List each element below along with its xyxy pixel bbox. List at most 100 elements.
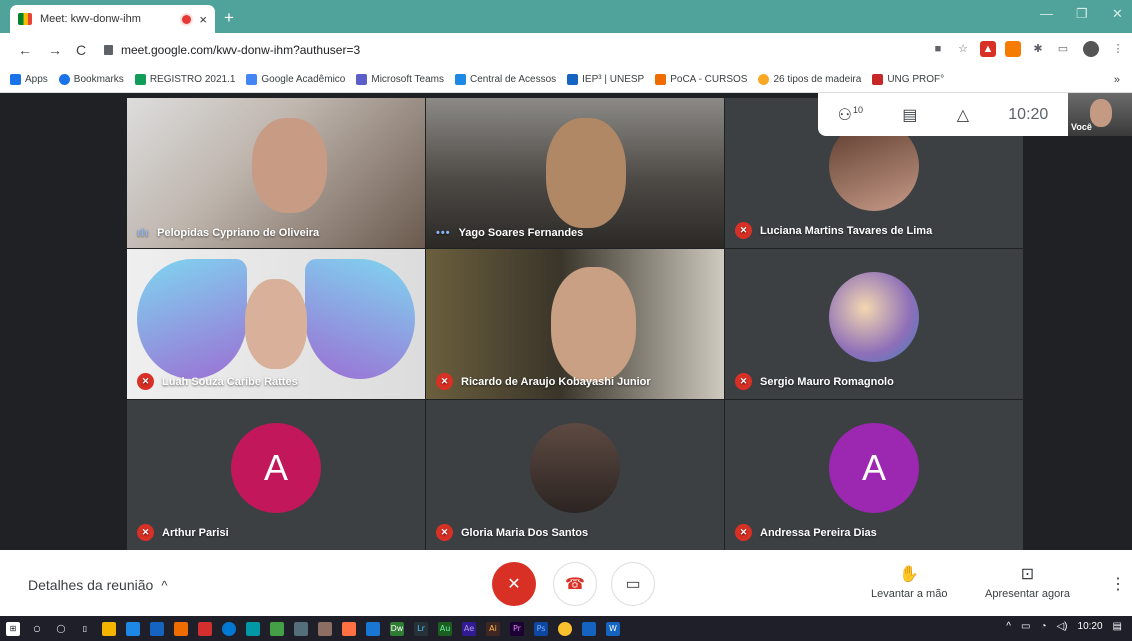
bookmark-madeira[interactable]: 26 tipos de madeira (758, 74, 861, 85)
participant-name: Luah Souza Caribe Rattes (162, 375, 298, 388)
mic-toggle-button[interactable]: ✕ (492, 562, 536, 606)
leave-call-button[interactable]: ☎ (553, 562, 597, 606)
participant-tile[interactable]: ••• Yago Soares Fernandes (426, 98, 724, 248)
hand-icon: ✋ (899, 566, 920, 583)
meet-bottom-bar: Detalhes da reunião ^ ✕ ☎ ▭ ✋ Levantar a… (0, 550, 1132, 616)
url-input[interactable]: meet.google.com/kwv-donw-ihm?authuser=3 (104, 37, 914, 63)
cortana-icon[interactable]: ◯ (54, 622, 68, 636)
vlc-icon[interactable] (174, 621, 188, 636)
profile-avatar[interactable] (1083, 41, 1099, 57)
camera-icon[interactable]: ■ (930, 41, 946, 57)
app-icon[interactable] (270, 621, 284, 636)
activities-icon[interactable]: △ (957, 105, 969, 125)
participant-name: Luciana Martins Tavares de Lima (760, 224, 933, 237)
participant-video (551, 267, 636, 382)
speaking-indicator-icon: ılı (137, 227, 150, 239)
restore-button[interactable]: ❐ (1076, 6, 1088, 22)
participant-tile[interactable]: ✕ Sergio Mauro Romagnolo (725, 249, 1023, 399)
teams-icon (356, 74, 368, 85)
camera-toggle-button[interactable]: ▭ (611, 562, 655, 606)
wood-icon (758, 74, 770, 85)
bookmark-ung[interactable]: UNG PROF° (872, 74, 944, 85)
bookmark-registro[interactable]: REGISTRO 2021.1 (134, 74, 235, 85)
people-button[interactable]: ⚇ 10 (838, 105, 863, 125)
participant-tile[interactable]: ılı Pelopidas Cypriano de Oliveira (127, 98, 425, 248)
word-icon[interactable]: W (606, 621, 620, 636)
participant-tile[interactable]: ✕ Ricardo de Araujo Kobayashi Junior (426, 249, 724, 399)
mail-icon[interactable] (150, 621, 164, 636)
minimize-button[interactable]: — (1040, 6, 1053, 21)
battery-icon[interactable]: ▭ (1021, 621, 1030, 632)
participant-tile[interactable]: A ✕ Andressa Pereira Dias (725, 400, 1023, 550)
tab-title: Meet: kwv-donw-ihm (40, 13, 141, 25)
chrome-icon[interactable] (558, 621, 572, 636)
back-icon[interactable]: ← (18, 42, 32, 58)
extension-fire-icon[interactable] (1005, 41, 1021, 57)
more-options-icon[interactable]: ⋮ (1110, 574, 1126, 594)
filezilla-icon[interactable] (198, 621, 212, 636)
tray-chevron-icon[interactable]: ^ (1006, 621, 1011, 632)
dreamweaver-icon[interactable]: Dw (390, 621, 404, 636)
lightroom-icon[interactable]: Lr (414, 621, 428, 636)
recording-indicator-icon (182, 14, 192, 24)
iep-icon (567, 74, 579, 85)
after-effects-icon[interactable]: Ae (462, 621, 476, 636)
taskbar-clock[interactable]: 10:20 (1078, 621, 1103, 632)
puzzle-icon[interactable]: ✱ (1030, 41, 1046, 57)
scholar-icon (246, 74, 258, 85)
camera-icon: ▭ (625, 576, 641, 593)
address-bar: ← → C meet.google.com/kwv-donw-ihm?authu… (0, 33, 1132, 67)
mic-off-icon: ✕ (436, 373, 453, 390)
calendar-icon[interactable] (582, 621, 596, 636)
explorer-icon[interactable] (102, 621, 116, 636)
notification-icon[interactable]: ▤ (1113, 621, 1122, 632)
volume-icon[interactable]: ◁) (1056, 621, 1067, 632)
browser-tab[interactable]: Meet: kwv-donw-ihm × (10, 5, 215, 33)
bookmark-google-academico[interactable]: Google Acadêmico (246, 74, 345, 85)
app-icon[interactable] (246, 621, 260, 636)
new-tab-button[interactable]: + (224, 8, 234, 28)
bookmark-teams[interactable]: Microsoft Teams (356, 74, 444, 85)
bookmark-bookmarks[interactable]: Bookmarks (58, 74, 124, 85)
cast-icon[interactable]: ▭ (1055, 41, 1071, 57)
extension-icon[interactable]: ▲ (980, 41, 996, 57)
bookmarks-bar: Apps Bookmarks REGISTRO 2021.1 Google Ac… (0, 67, 1132, 93)
participant-tile[interactable]: A ✕ Arthur Parisi (127, 400, 425, 550)
search-icon[interactable]: ○ (30, 622, 44, 636)
menu-kebab-icon[interactable]: ⋮ (1110, 41, 1126, 57)
participant-tile[interactable]: ✕ Luah Souza Caribe Rattes (127, 249, 425, 399)
raise-hand-button[interactable]: ✋ Levantar a mão (871, 564, 947, 600)
participant-tile[interactable]: ✕ Gloria Maria Dos Santos (426, 400, 724, 550)
close-window-button[interactable]: ✕ (1112, 6, 1123, 22)
windows-start-icon[interactable]: ⊞ (6, 621, 20, 636)
edge-icon[interactable] (222, 621, 236, 636)
present-now-button[interactable]: ⊡ Apresentar agora (985, 564, 1070, 600)
app-icon[interactable] (294, 621, 308, 636)
photoshop-icon[interactable]: Ps (534, 621, 548, 636)
chevron-up-icon: ^ (161, 577, 168, 593)
speaking-indicator-icon: ••• (436, 227, 451, 239)
app-icon[interactable] (342, 621, 356, 636)
butterfly-wing-left (137, 259, 247, 379)
app-icon[interactable] (366, 621, 380, 636)
bookmark-central-acessos[interactable]: Central de Acessos (454, 74, 556, 85)
app-icon[interactable] (318, 621, 332, 636)
wifi-icon[interactable]: ◔ (1040, 621, 1046, 632)
bookmark-poca[interactable]: PoCA - CURSOS (655, 74, 747, 85)
reload-icon[interactable]: C (76, 42, 86, 58)
chat-icon[interactable]: ▤ (902, 105, 917, 125)
bookmark-apps[interactable]: Apps (10, 74, 48, 85)
bookmark-iep-unesp[interactable]: IEP³ | UNESP (567, 74, 644, 85)
self-view-tile[interactable]: Você (1068, 93, 1132, 136)
audition-icon[interactable]: Au (438, 621, 452, 636)
illustrator-icon[interactable]: Ai (486, 621, 500, 636)
task-view-icon[interactable]: ▯ (78, 622, 92, 636)
forward-icon[interactable]: → (48, 42, 62, 58)
tab-close-button[interactable]: × (199, 12, 207, 27)
premiere-icon[interactable]: Pr (510, 621, 524, 636)
meeting-details-button[interactable]: Detalhes da reunião ^ (28, 577, 167, 593)
participant-avatar (829, 272, 919, 362)
bookmarks-more-button[interactable]: » (1114, 74, 1120, 86)
star-icon[interactable]: ☆ (955, 41, 971, 57)
app-icon[interactable] (126, 621, 140, 636)
